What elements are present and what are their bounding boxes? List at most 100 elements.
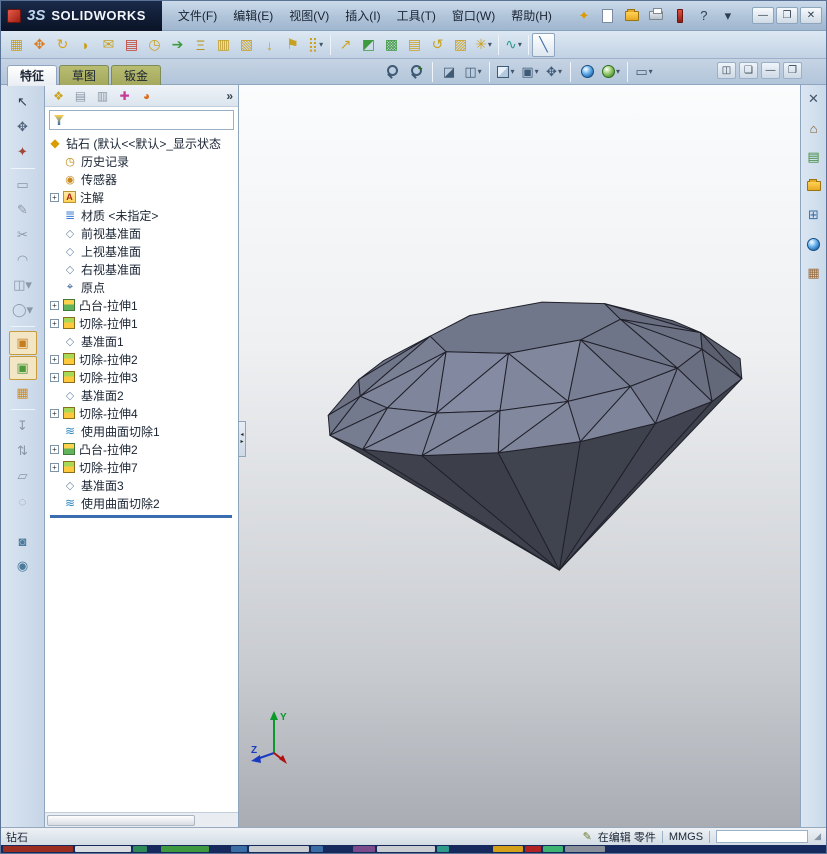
taskbar-app-segment[interactable]: [161, 846, 209, 852]
taskbar-app-segment[interactable]: [493, 846, 523, 852]
shade-box-icon[interactable]: ▨: [449, 33, 472, 57]
tree-item[interactable]: ◇ 基准面2: [48, 386, 238, 404]
extrude-cut-icon[interactable]: ▣: [8, 356, 37, 380]
tree-item[interactable]: + 切除-拉伸3: [48, 368, 238, 386]
cascade-windows-icon[interactable]: ❏: [739, 62, 758, 79]
panel-overflow-chevron[interactable]: »: [226, 89, 233, 103]
taskbar-app-segment[interactable]: [451, 846, 491, 852]
tree-item[interactable]: ◉ 传感器: [48, 170, 238, 188]
appearances-icon[interactable]: [804, 234, 824, 254]
taskbar-app-segment[interactable]: [249, 846, 309, 852]
tree-item[interactable]: + A 注解: [48, 188, 238, 206]
configurationmanager-icon[interactable]: ▥: [94, 87, 111, 104]
filter-half-icon[interactable]: ◗: [74, 33, 97, 57]
pencil-tool-icon[interactable]: ✎: [9, 198, 37, 222]
maximize-button[interactable]: ❐: [776, 7, 798, 24]
menu-tools[interactable]: 工具(T): [389, 3, 444, 28]
extrude-boss-icon[interactable]: ▣: [8, 331, 37, 355]
expander-icon[interactable]: +: [50, 300, 59, 310]
circle-tool-icon[interactable]: ◯ ▾: [9, 298, 37, 322]
quick-dropdown-icon[interactable]: ▾: [718, 6, 738, 26]
sparkle-icon[interactable]: ✳ ▾: [472, 33, 495, 57]
doc-restore-button[interactable]: ❐: [783, 62, 802, 79]
tree-item[interactable]: ◆ 钻石 (默认<<默认>_显示状态: [48, 134, 238, 152]
help-icon[interactable]: ?: [694, 6, 714, 26]
status-units[interactable]: MMGS: [669, 831, 703, 843]
history-clock-icon[interactable]: ◷: [143, 33, 166, 57]
text-tool-icon[interactable]: ▭: [9, 173, 37, 197]
open-folder-icon[interactable]: [622, 6, 642, 26]
lasso-select-icon[interactable]: ✦: [9, 140, 37, 164]
reorder-icon[interactable]: ⇅: [9, 439, 37, 463]
tree-item[interactable]: + 切除-拉伸4: [48, 404, 238, 422]
taskbar-app-segment[interactable]: [311, 846, 323, 852]
taskbar-app-segment[interactable]: [437, 846, 449, 852]
tree-item[interactable]: + 凸台-拉伸1: [48, 296, 238, 314]
render-ball-icon[interactable]: ◉: [9, 554, 37, 578]
expander-icon[interactable]: +: [50, 372, 59, 382]
view-settings-icon[interactable]: ▭ ▾: [633, 61, 655, 82]
taskbar-app-segment[interactable]: [3, 846, 73, 852]
dimxpertmanager-icon[interactable]: ✚: [116, 87, 133, 104]
hide-show-items-icon[interactable]: ◫ ▾: [462, 61, 484, 82]
convert-entities-icon[interactable]: ◫ ▾: [9, 273, 37, 297]
tree-item[interactable]: + 切除-拉伸7: [48, 458, 238, 476]
taskbar-app-segment[interactable]: [75, 846, 131, 852]
taskbar-app-segment[interactable]: [377, 846, 435, 852]
flag-icon[interactable]: ⚑: [281, 33, 304, 57]
panel-splitter-handle[interactable]: ◂ ▸: [238, 421, 246, 457]
spline-icon[interactable]: ∿ ▾: [502, 33, 525, 57]
tree-item[interactable]: ≋ 使用曲面切除1: [48, 422, 238, 440]
rollback-bar[interactable]: [50, 515, 232, 518]
toolbox-gauge-icon[interactable]: [670, 6, 690, 26]
hatch-box-icon[interactable]: ▩: [380, 33, 403, 57]
taskbar-app-segment[interactable]: [325, 846, 351, 852]
pattern-grid-icon[interactable]: ▦: [9, 381, 37, 405]
tree-item[interactable]: ◷ 历史记录: [48, 152, 238, 170]
resources-star-icon[interactable]: ✦: [574, 6, 594, 26]
section-view-icon[interactable]: ◪: [438, 61, 460, 82]
forward-arrow-icon[interactable]: ➔: [166, 33, 189, 57]
graphics-area[interactable]: Y Z: [239, 85, 800, 827]
tab-sheet-metal[interactable]: 钣金: [111, 65, 162, 86]
anchor-tool-icon[interactable]: ↧: [9, 414, 37, 438]
tree-item[interactable]: ≣ 材质 <未指定>: [48, 206, 238, 224]
menu-window[interactable]: 窗口(W): [444, 3, 503, 28]
apply-scene-icon[interactable]: ▾: [600, 61, 622, 82]
plane-tool-icon[interactable]: ▱: [9, 464, 37, 488]
expander-icon[interactable]: +: [50, 192, 59, 202]
sheet-icon[interactable]: ▧: [235, 33, 258, 57]
taskbar-app-segment[interactable]: [211, 846, 229, 852]
box-select-icon[interactable]: ▤: [120, 33, 143, 57]
move-entities-icon[interactable]: ✥: [28, 33, 51, 57]
rotate-entities-icon[interactable]: ↻: [51, 33, 74, 57]
tree-item[interactable]: ◇ 基准面3: [48, 476, 238, 494]
equations-icon[interactable]: Ξ: [189, 33, 212, 57]
grid-system-icon[interactable]: ▦: [5, 33, 28, 57]
expander-icon[interactable]: +: [50, 444, 59, 454]
mail-icon[interactable]: ✉: [97, 33, 120, 57]
rotate-view-icon[interactable]: ✥ ▾: [543, 61, 565, 82]
panel-horizontal-scrollbar[interactable]: [45, 812, 238, 827]
measure-line-icon[interactable]: ╲: [532, 32, 555, 57]
list-box-icon[interactable]: ▤: [403, 33, 426, 57]
select-pointer-icon[interactable]: ↖: [9, 90, 37, 114]
trim-tool-icon[interactable]: ✂: [9, 223, 37, 247]
tree-item[interactable]: ⌖ 原点: [48, 278, 238, 296]
tree-item[interactable]: ◇ 基准面1: [48, 332, 238, 350]
export-arrow-icon[interactable]: ↗: [334, 33, 357, 57]
taskbar-app-segment[interactable]: [353, 846, 375, 852]
propertymanager-icon[interactable]: ▤: [72, 87, 89, 104]
taskbar-app-segment[interactable]: [149, 846, 159, 852]
refresh-icon[interactable]: ↺: [426, 33, 449, 57]
tree-item[interactable]: ◇ 上视基准面: [48, 242, 238, 260]
design-library-icon[interactable]: ▤: [804, 147, 824, 167]
displaymanager-icon[interactable]: ◕: [138, 87, 155, 104]
tree-item[interactable]: ≋ 使用曲面切除2: [48, 494, 238, 512]
pan-icon[interactable]: ✥: [9, 115, 37, 139]
new-document-icon[interactable]: [598, 6, 618, 26]
featuremanager-tree-icon[interactable]: ❖: [50, 87, 67, 104]
arc-tool-icon[interactable]: ◠: [9, 248, 37, 272]
tree-item[interactable]: + 切除-拉伸1: [48, 314, 238, 332]
taskbar-app-segment[interactable]: [565, 846, 605, 852]
